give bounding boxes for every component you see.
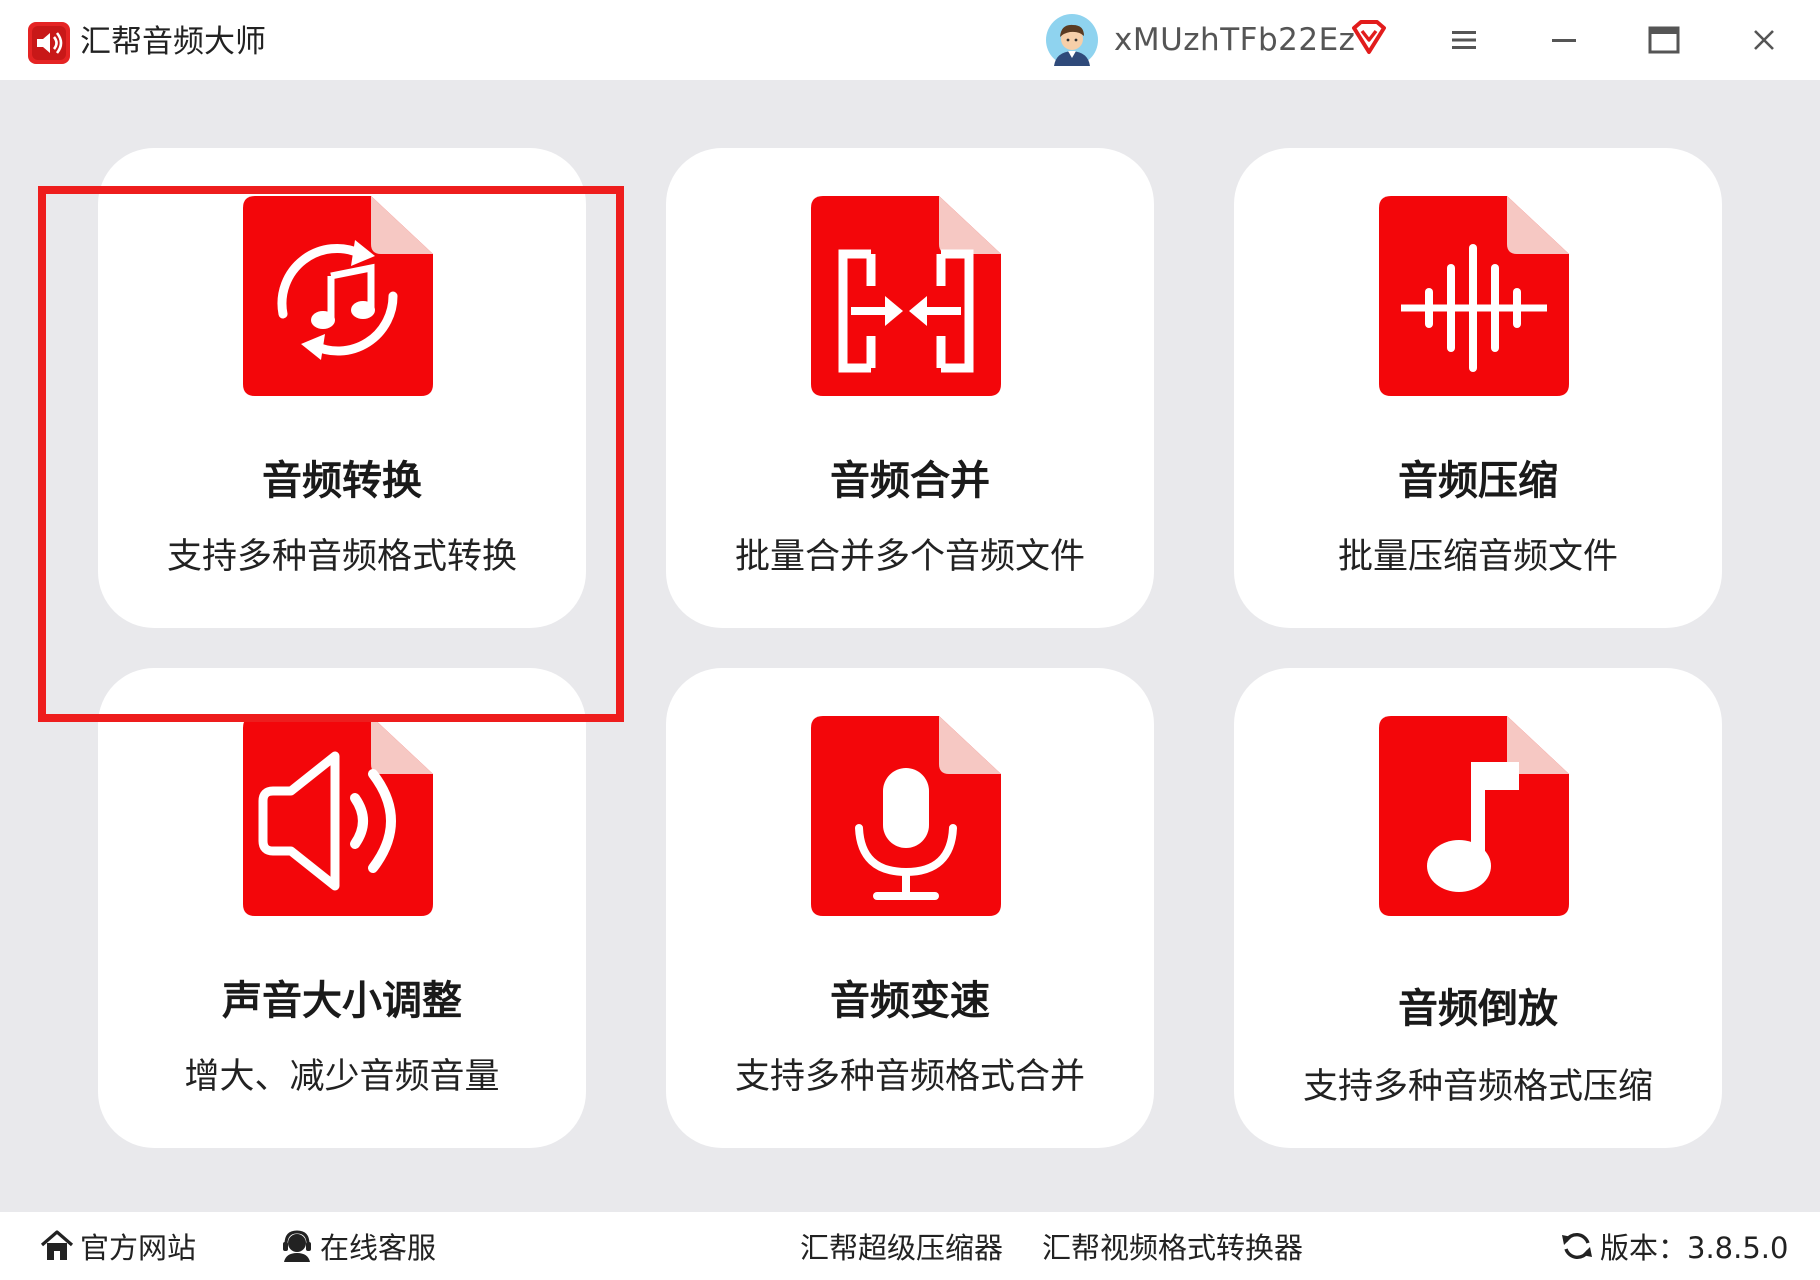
card-description: 批量压缩音频文件 — [1337, 537, 1618, 577]
card-title: 声音大小调整 — [222, 978, 462, 1024]
menu-icon — [1452, 31, 1476, 49]
app-logo-icon — [28, 22, 70, 64]
card-description: 支持多种音频格式转换 — [166, 537, 517, 577]
tool-card-audio-speed[interactable]: 音频变速 支持多种音频格式合并 — [666, 668, 1154, 1148]
minimize-button[interactable] — [1544, 20, 1584, 60]
video-converter-label: 汇帮视频格式转换器 — [1042, 1231, 1304, 1265]
vip-diamond-icon[interactable] — [1350, 20, 1388, 56]
card-description: 支持多种音频格式合并 — [734, 1057, 1085, 1097]
close-icon — [1754, 30, 1774, 50]
maximize-icon — [1648, 26, 1680, 54]
audio-convert-icon — [243, 196, 433, 396]
card-title: 音频变速 — [830, 978, 990, 1024]
app-title: 汇帮音频大师 — [80, 24, 266, 60]
card-title: 音频倒放 — [1398, 986, 1558, 1032]
home-icon — [40, 1230, 74, 1260]
card-title: 音频压缩 — [1398, 458, 1558, 504]
official-website-label: 官方网站 — [80, 1231, 197, 1265]
refresh-icon — [1562, 1233, 1592, 1259]
minimize-icon — [1552, 39, 1576, 42]
card-description: 批量合并多个音频文件 — [734, 537, 1085, 577]
volume-adjust-icon — [243, 716, 433, 916]
tool-card-audio-reverse[interactable]: 音频倒放 支持多种音频格式压缩 — [1234, 668, 1722, 1148]
card-title: 音频合并 — [830, 458, 990, 504]
microphone-icon — [811, 716, 1001, 916]
tool-card-volume-adjust[interactable]: 声音大小调整 增大、减少音频音量 — [98, 668, 586, 1148]
official-website-link[interactable]: 官方网站 — [40, 1226, 196, 1266]
online-support-label: 在线客服 — [320, 1231, 437, 1265]
super-compressor-label: 汇帮超级压缩器 — [800, 1231, 1004, 1265]
version-label: 版本：3.8.5.0 — [1600, 1231, 1789, 1265]
tool-card-audio-merge[interactable]: 音频合并 批量合并多个音频文件 — [666, 148, 1154, 628]
footer-bar: 官方网站 在线客服 汇帮超级压缩器 汇帮视频格式转换器 版本：3.8.5.0 — [0, 1212, 1820, 1280]
card-description: 增大、减少音频音量 — [184, 1057, 500, 1097]
user-avatar[interactable] — [1046, 14, 1098, 66]
card-title: 音频转换 — [262, 458, 422, 504]
tool-card-audio-compress[interactable]: 音频压缩 批量压缩音频文件 — [1234, 148, 1722, 628]
headset-icon — [283, 1230, 311, 1262]
tool-card-audio-convert[interactable]: 音频转换 支持多种音频格式转换 — [98, 148, 586, 628]
video-converter-link[interactable]: 汇帮视频格式转换器 — [1042, 1226, 1303, 1266]
music-note-icon — [1379, 716, 1569, 916]
audio-compress-icon — [1379, 196, 1569, 396]
version-check[interactable]: 版本：3.8.5.0 — [1560, 1226, 1788, 1266]
audio-merge-icon — [811, 196, 1001, 396]
maximize-button[interactable] — [1644, 20, 1684, 60]
online-support-link[interactable]: 在线客服 — [280, 1226, 436, 1266]
title-bar: 汇帮音频大师 xMUzhTFb22Ez — [0, 0, 1820, 80]
menu-button[interactable] — [1444, 20, 1484, 60]
super-compressor-link[interactable]: 汇帮超级压缩器 — [800, 1226, 1003, 1266]
close-button[interactable] — [1744, 20, 1784, 60]
tools-grid: 音频转换 支持多种音频格式转换 音频合并 批量合并多个音频文件 音频压缩 批量压… — [0, 80, 1820, 1212]
card-description: 支持多种音频格式压缩 — [1302, 1067, 1653, 1107]
username[interactable]: xMUzhTFb22Ez — [1114, 18, 1355, 62]
